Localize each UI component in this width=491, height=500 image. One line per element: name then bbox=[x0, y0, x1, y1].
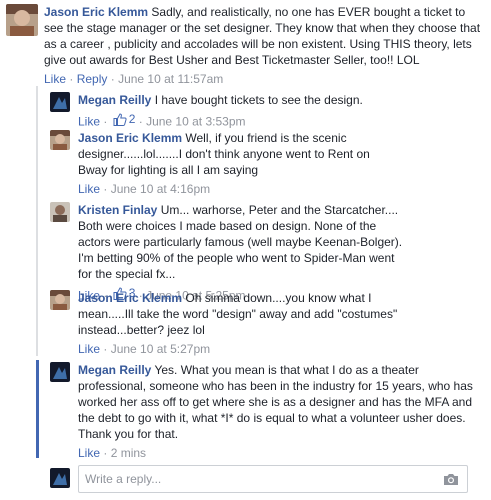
reply-1: Megan Reilly I have bought tickets to se… bbox=[50, 92, 480, 129]
avatar[interactable] bbox=[50, 92, 70, 112]
timestamp[interactable]: June 10 at 11:57am bbox=[118, 72, 223, 86]
composer-avatar bbox=[50, 468, 70, 488]
reply-4: Jason Eric Klemm Oh simma down....you kn… bbox=[50, 290, 480, 356]
reply-body: Kristen Finlay Um... warhorse, Peter and… bbox=[78, 202, 408, 304]
comment-author[interactable]: Jason Eric Klemm bbox=[44, 5, 148, 19]
avatar[interactable] bbox=[50, 362, 70, 382]
reply-text: I have bought tickets to see the design. bbox=[154, 93, 363, 107]
reply-meta: Like · 2 · June 10 at 3:53pm bbox=[78, 111, 246, 129]
like-button[interactable]: Like bbox=[78, 342, 100, 356]
like-button[interactable]: Like bbox=[78, 182, 100, 196]
like-count[interactable]: 2 bbox=[111, 111, 136, 127]
new-reply-indicator bbox=[36, 360, 39, 458]
timestamp[interactable]: June 10 at 5:27pm bbox=[111, 342, 210, 356]
avatar[interactable] bbox=[50, 130, 70, 150]
thread-line bbox=[36, 86, 38, 356]
reply-body: Jason Eric Klemm Well, if you friend is … bbox=[78, 130, 388, 197]
reply-author[interactable]: Megan Reilly bbox=[78, 363, 151, 377]
avatar[interactable] bbox=[50, 290, 70, 310]
comment-top: Jason Eric Klemm Sadly, and realisticall… bbox=[6, 4, 486, 86]
avatar[interactable] bbox=[50, 202, 70, 222]
reply-button[interactable]: Reply bbox=[77, 72, 108, 86]
reply-meta: Like · June 10 at 5:27pm bbox=[78, 342, 211, 356]
reply-2: Jason Eric Klemm Well, if you friend is … bbox=[50, 130, 480, 196]
reply-3: Kristen Finlay Um... warhorse, Peter and… bbox=[50, 202, 480, 303]
reply-body: Megan Reilly I have bought tickets to se… bbox=[78, 92, 478, 130]
like-button[interactable]: Like bbox=[78, 446, 100, 460]
reply-meta: Like · 2 mins bbox=[78, 446, 147, 460]
camera-icon[interactable] bbox=[443, 473, 459, 486]
timestamp[interactable]: June 10 at 3:53pm bbox=[146, 115, 245, 129]
reply-body: Jason Eric Klemm Oh simma down....you kn… bbox=[78, 290, 408, 357]
like-button[interactable]: Like bbox=[44, 72, 66, 86]
reply-author[interactable]: Jason Eric Klemm bbox=[78, 291, 182, 305]
like-count-value: 2 bbox=[128, 112, 136, 126]
timestamp[interactable]: June 10 at 4:16pm bbox=[111, 182, 210, 196]
reply-meta: Like · June 10 at 4:16pm bbox=[78, 182, 211, 196]
reply-5: Megan Reilly Yes. What you mean is that … bbox=[50, 362, 480, 460]
thumbs-up-icon bbox=[113, 112, 127, 126]
timestamp[interactable]: 2 mins bbox=[111, 446, 146, 460]
avatar[interactable] bbox=[6, 4, 38, 36]
comment-body: Jason Eric Klemm Sadly, and realisticall… bbox=[44, 4, 484, 87]
reply-body: Megan Reilly Yes. What you mean is that … bbox=[78, 362, 476, 461]
reply-author[interactable]: Jason Eric Klemm bbox=[78, 131, 182, 145]
reply-author[interactable]: Megan Reilly bbox=[78, 93, 151, 107]
reply-author[interactable]: Kristen Finlay bbox=[78, 203, 157, 217]
reply-input[interactable]: Write a reply... bbox=[78, 465, 468, 493]
comment-meta: Like · Reply · June 10 at 11:57am bbox=[44, 72, 224, 86]
like-button[interactable]: Like bbox=[78, 115, 100, 129]
reply-input-placeholder: Write a reply... bbox=[85, 472, 162, 486]
